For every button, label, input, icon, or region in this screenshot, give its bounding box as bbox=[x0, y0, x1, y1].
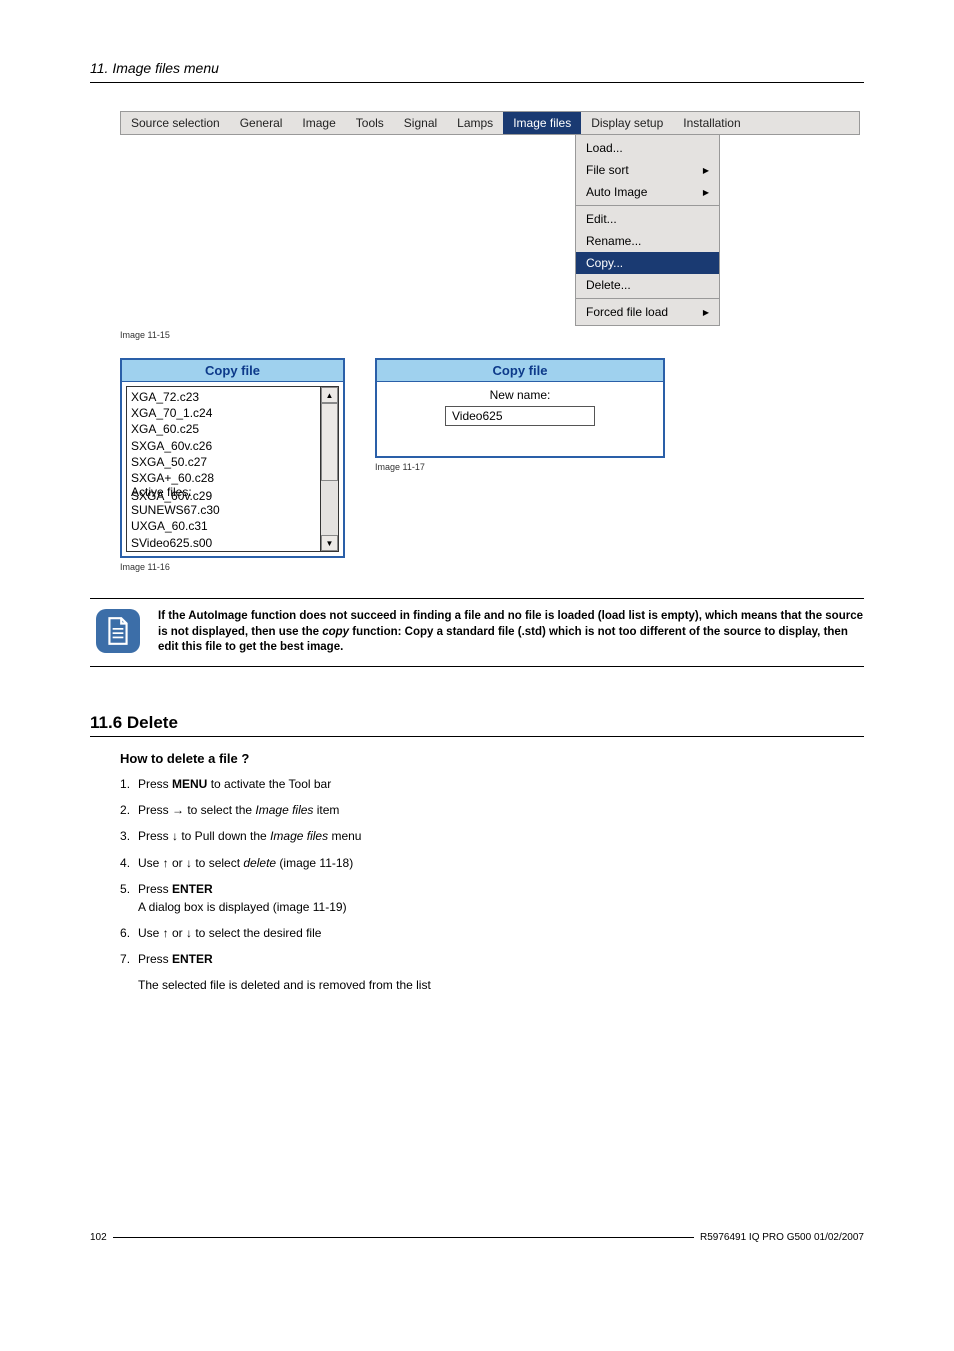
dropdown-label: Forced file load bbox=[586, 305, 668, 319]
step: Use ↑ or ↓ to select the desired file bbox=[120, 925, 864, 942]
copy-file-list-dialog: Copy file XGA_72.c23 XGA_70_1.c24 XGA_60… bbox=[120, 358, 345, 558]
menu-signal[interactable]: Signal bbox=[394, 112, 447, 134]
scroll-up-icon[interactable]: ▲ bbox=[321, 387, 338, 403]
steps-list: Press MENU to activate the Tool bar Pres… bbox=[120, 776, 864, 969]
doc-id: R5976491 IQ PRO G500 01/02/2007 bbox=[700, 1232, 864, 1243]
list-item[interactable]: SVideo625.s00 bbox=[131, 535, 316, 551]
dropdown-delete[interactable]: Delete... bbox=[576, 274, 719, 296]
menu-lamps[interactable]: Lamps bbox=[447, 112, 503, 134]
list-item[interactable]: SUNEWS67.c30 bbox=[131, 502, 316, 518]
section-heading: 11.6 Delete bbox=[90, 713, 864, 733]
dialog-title: Copy file bbox=[377, 360, 663, 382]
step: Press MENU to activate the Tool bar bbox=[120, 776, 864, 793]
document-icon bbox=[96, 609, 140, 653]
note-box: If the AutoImage function does not succe… bbox=[90, 598, 864, 667]
step: Press ENTERA dialog box is displayed (im… bbox=[120, 881, 864, 916]
footer-rule bbox=[113, 1237, 694, 1238]
note-text: If the AutoImage function does not succe… bbox=[158, 609, 864, 656]
list-item[interactable]: SXGA_60v.c26 bbox=[131, 438, 316, 454]
dropdown-label: Load... bbox=[586, 141, 623, 155]
scroll-track[interactable] bbox=[321, 403, 338, 535]
chevron-right-icon: ▶ bbox=[703, 188, 709, 197]
list-item[interactable]: XGA_72.c23 bbox=[131, 389, 316, 405]
step: Press ENTER bbox=[120, 951, 864, 968]
dropdown-label: Auto Image bbox=[586, 185, 647, 199]
step-result: The selected file is deleted and is remo… bbox=[138, 978, 864, 992]
section-rule bbox=[90, 736, 864, 737]
dropdown-label: Copy... bbox=[586, 256, 623, 270]
step: Use ↑ or ↓ to select delete (image 11-18… bbox=[120, 855, 864, 872]
chapter-rule bbox=[90, 82, 864, 83]
copy-file-newname-dialog: Copy file New name: Video625 bbox=[375, 358, 665, 458]
list-item[interactable]: XGA_60.c25 bbox=[131, 421, 316, 437]
menu-installation[interactable]: Installation bbox=[673, 112, 750, 134]
image-caption-11-17: Image 11-17 bbox=[375, 462, 665, 472]
dialog-title: Copy file bbox=[122, 360, 343, 382]
dropdown-label: Delete... bbox=[586, 278, 631, 292]
menubar: Source selection General Image Tools Sig… bbox=[120, 111, 860, 135]
file-listbox[interactable]: XGA_72.c23 XGA_70_1.c24 XGA_60.c25 SXGA_… bbox=[126, 386, 321, 552]
chevron-right-icon: ▶ bbox=[703, 308, 709, 317]
dropdown-label: Rename... bbox=[586, 234, 641, 248]
dropdown-rename[interactable]: Rename... bbox=[576, 230, 719, 252]
dropdown-label: Edit... bbox=[586, 212, 617, 226]
newname-input[interactable]: Video625 bbox=[445, 406, 595, 426]
page-number: 102 bbox=[90, 1232, 107, 1243]
page-footer: 102 R5976491 IQ PRO G500 01/02/2007 bbox=[90, 1232, 864, 1243]
image-caption-11-16: Image 11-16 bbox=[120, 562, 345, 572]
list-item[interactable]: UXGA_60.c31 bbox=[131, 518, 316, 534]
list-item[interactable]: SXGA_50.c27 bbox=[131, 454, 316, 470]
menu-display-setup[interactable]: Display setup bbox=[581, 112, 673, 134]
dropdown-label: File sort bbox=[586, 163, 629, 177]
scroll-down-icon[interactable]: ▼ bbox=[321, 535, 338, 551]
dropdown-copy[interactable]: Copy... bbox=[576, 252, 719, 274]
step: Press → to select the Image files item bbox=[120, 802, 864, 819]
image-files-dropdown: Load... File sort ▶ Auto Image ▶ Edit...… bbox=[575, 135, 720, 326]
image-caption-11-15: Image 11-15 bbox=[120, 330, 864, 340]
dropdown-edit[interactable]: Edit... bbox=[576, 208, 719, 230]
menubar-screenshot: Source selection General Image Tools Sig… bbox=[120, 111, 864, 326]
menu-tools[interactable]: Tools bbox=[346, 112, 394, 134]
dropdown-forced-file-load[interactable]: Forced file load ▶ bbox=[576, 301, 719, 323]
newname-label: New name: bbox=[377, 388, 663, 402]
scrollbar[interactable]: ▲ ▼ bbox=[321, 386, 339, 552]
menu-source-selection[interactable]: Source selection bbox=[121, 112, 230, 134]
step: Press ↓ to Pull down the Image files men… bbox=[120, 828, 864, 845]
menu-image[interactable]: Image bbox=[292, 112, 345, 134]
dropdown-load[interactable]: Load... bbox=[576, 137, 719, 159]
menu-general[interactable]: General bbox=[230, 112, 293, 134]
list-item[interactable]: SXGA_60v.c29 bbox=[131, 488, 212, 504]
chapter-title: 11. Image files menu bbox=[90, 60, 864, 76]
subheading: How to delete a file ? bbox=[120, 751, 864, 766]
menu-image-files[interactable]: Image files bbox=[503, 112, 581, 134]
dropdown-auto-image[interactable]: Auto Image ▶ bbox=[576, 181, 719, 203]
chevron-right-icon: ▶ bbox=[703, 166, 709, 175]
dropdown-file-sort[interactable]: File sort ▶ bbox=[576, 159, 719, 181]
list-item[interactable]: XGA_70_1.c24 bbox=[131, 405, 316, 421]
scroll-thumb[interactable] bbox=[321, 403, 338, 481]
